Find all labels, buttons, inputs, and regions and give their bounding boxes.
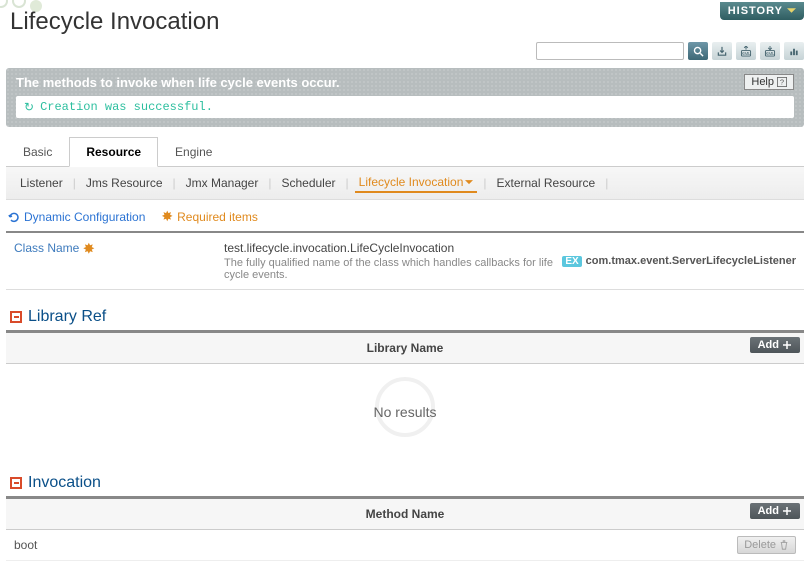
collapse-icon[interactable] [10,477,22,489]
method-name-cell[interactable]: boot [14,538,737,552]
legend-required-label: Required items [177,210,258,224]
chevron-down-icon [465,180,473,185]
library-no-results: No results [0,364,810,456]
required-asterisk-icon: ✸ [83,241,94,257]
class-name-label: Class Name ✸ [14,241,224,281]
tab-engine[interactable]: Engine [158,137,229,166]
export-icon[interactable] [712,42,732,60]
subtab-external-resource[interactable]: External Resource [493,174,600,192]
class-name-value: test.lifecycle.invocation.LifeCycleInvoc… [224,241,562,255]
plus-icon [782,506,792,516]
method-name-col: Method Name [366,507,445,521]
class-name-field: Class Name ✸ test.lifecycle.invocation.L… [6,233,804,290]
invocation-row: boot Delete [6,530,804,561]
asterisk-icon: ✸ [161,208,173,225]
search-icon[interactable] [688,42,708,60]
tab-resource[interactable]: Resource [69,137,158,167]
subtab-scheduler[interactable]: Scheduler [277,174,339,192]
chevron-down-icon [787,8,796,14]
add-library-button[interactable]: Add [750,337,800,353]
delete-button[interactable]: Delete [737,536,796,554]
history-label: HISTORY [728,2,783,20]
delete-label: Delete [744,539,776,551]
invocation-title: Invocation [28,474,101,492]
invocation-column-header: Method Name Add [6,499,804,530]
tool-row: XML XML [0,42,810,68]
class-name-hint: The fully qualified name of the class wh… [224,257,562,281]
add-label: Add [758,505,779,517]
sub-tabs: Listener| Jms Resource| Jmx Manager| Sch… [16,173,794,193]
refresh-icon [8,211,20,223]
subtab-listener[interactable]: Listener [16,174,67,192]
legend-dynamic: Dynamic Configuration [8,210,145,224]
library-name-col: Library Name [367,341,444,355]
history-button[interactable]: HISTORY [720,2,804,20]
help-label: Help [751,76,774,88]
svg-text:?: ? [780,78,784,87]
subtab-lifecycle-invocation[interactable]: Lifecycle Invocation [355,173,478,193]
svg-text:XML: XML [765,51,775,56]
add-invocation-button[interactable]: Add [750,503,800,519]
tab-basic[interactable]: Basic [6,137,69,166]
add-label: Add [758,339,779,351]
class-name-example: EX com.tmax.event.ServerLifecycleListene… [562,241,796,281]
chart-icon[interactable] [784,42,804,60]
main-tabs: Basic Resource Engine [6,137,804,167]
banner-description: The methods to invoke when life cycle ev… [16,75,794,90]
invocation-section-header: Invocation [6,474,804,499]
legend-row: Dynamic Configuration ✸ Required items [8,208,802,225]
legend-required: ✸ Required items [161,208,257,225]
success-message: ↻ Creation was successful. [16,96,794,118]
collapse-icon[interactable] [10,311,22,323]
xml-up-icon[interactable]: XML [736,42,756,60]
library-column-header: Library Name Add [6,333,804,364]
plus-icon [782,340,792,350]
banner: The methods to invoke when life cycle ev… [6,68,804,127]
question-icon: ? [777,77,787,87]
help-button[interactable]: Help ? [744,74,794,90]
subtab-jms-resource[interactable]: Jms Resource [82,174,167,192]
page-title: Lifecycle Invocation [10,8,219,36]
search-input[interactable] [536,42,684,60]
library-ref-section-header: Library Ref [6,308,804,333]
subtab-label: Lifecycle Invocation [359,175,464,189]
message-text: Creation was successful. [40,100,213,114]
trash-icon [779,540,789,550]
refresh-icon: ↻ [24,100,34,114]
legend-dynamic-label: Dynamic Configuration [24,210,145,224]
subtab-jmx-manager[interactable]: Jmx Manager [182,174,263,192]
library-ref-title: Library Ref [28,308,106,326]
xml-down-icon[interactable]: XML [760,42,780,60]
example-text: com.tmax.event.ServerLifecycleListener [586,255,796,267]
ex-badge: EX [562,256,581,267]
svg-text:XML: XML [741,51,751,56]
